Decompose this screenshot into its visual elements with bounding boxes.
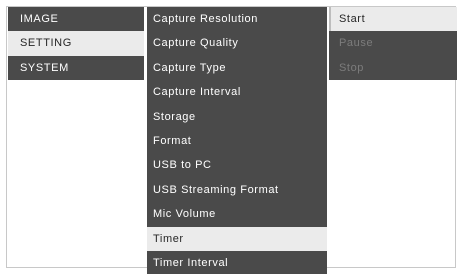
setting-item-capture-resolution[interactable]: Capture Resolution: [147, 7, 327, 31]
timer-menu: Start Pause Stop: [329, 7, 457, 80]
setting-item-timer-interval[interactable]: Timer Interval: [147, 251, 327, 274]
timer-pause-option: Pause: [339, 37, 374, 50]
timer-start-option[interactable]: Start: [329, 7, 457, 32]
setting-item-storage[interactable]: Storage: [147, 105, 327, 129]
setting-item-capture-interval[interactable]: Capture Interval: [147, 80, 327, 104]
setting-item-format[interactable]: Format: [147, 129, 327, 153]
main-menu: IMAGE SETTING SYSTEM: [8, 7, 144, 80]
main-menu-item-image[interactable]: IMAGE: [8, 7, 144, 31]
main-menu-item-setting[interactable]: SETTING: [8, 31, 144, 56]
setting-item-usb-streaming-format[interactable]: USB Streaming Format: [147, 178, 327, 202]
setting-item-usb-to-pc[interactable]: USB to PC: [147, 153, 327, 177]
timer-stop-option: Stop: [339, 61, 365, 74]
setting-menu: Capture Resolution Capture Quality Captu…: [147, 7, 327, 274]
setting-item-timer[interactable]: Timer: [147, 226, 327, 251]
osd-screen: IMAGE SETTING SYSTEM Capture Resolution …: [0, 0, 468, 274]
main-menu-item-system[interactable]: SYSTEM: [8, 56, 144, 80]
setting-item-capture-quality[interactable]: Capture Quality: [147, 31, 327, 55]
setting-item-mic-volume[interactable]: Mic Volume: [147, 202, 327, 226]
setting-item-capture-type[interactable]: Capture Type: [147, 56, 327, 80]
